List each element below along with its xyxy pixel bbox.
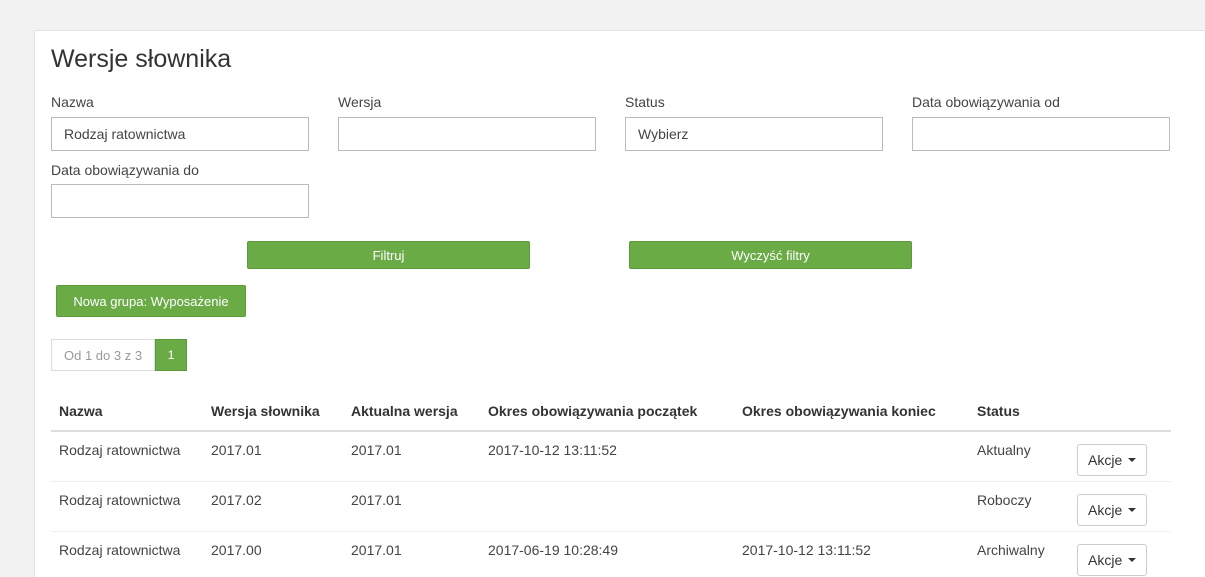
page-button-1[interactable]: 1	[155, 339, 188, 371]
akcje-label: Akcje	[1088, 501, 1123, 518]
data-od-label: Data obowiązywania od	[912, 94, 1060, 110]
akcje-label: Akcje	[1088, 551, 1123, 568]
cell-poczatek: 2017-10-12 13:11:52	[480, 430, 734, 481]
col-header-wersja[interactable]: Wersja słownika	[203, 393, 343, 432]
cell-aktualna: 2017.01	[343, 430, 480, 481]
akcje-dropdown-button[interactable]: Akcje	[1077, 493, 1148, 526]
clear-filters-button[interactable]: Wyczyść filtry	[629, 241, 912, 269]
data-od-input[interactable]	[912, 117, 1170, 151]
wersja-label: Wersja	[338, 94, 382, 110]
status-select[interactable]: Wybierz	[625, 117, 883, 151]
col-header-koniec[interactable]: Okres obowiązywania koniec	[734, 393, 969, 432]
new-group-button[interactable]: Nowa grupa: Wyposażenie	[56, 285, 246, 317]
col-header-nazwa[interactable]: Nazwa	[51, 393, 203, 432]
caret-down-icon	[1128, 507, 1137, 512]
data-do-label: Data obowiązywania do	[51, 162, 199, 178]
col-header-status[interactable]: Status	[969, 393, 1069, 432]
page-title: Wersje słownika	[51, 45, 232, 73]
cell-actions: Akcje	[1069, 530, 1171, 577]
akcje-dropdown-button[interactable]: Akcje	[1077, 543, 1148, 576]
data-do-input[interactable]	[51, 184, 309, 218]
cell-nazwa: Rodzaj ratownictwa	[51, 530, 203, 577]
col-header-actions	[1069, 393, 1171, 432]
cell-aktualna: 2017.01	[343, 530, 480, 577]
cell-poczatek	[480, 480, 734, 531]
caret-down-icon	[1128, 458, 1137, 462]
cell-koniec	[734, 480, 969, 531]
cell-wersja: 2017.00	[203, 530, 343, 577]
table-row: Rodzaj ratownictwa 2017.01 2017.01 2017-…	[51, 430, 1171, 481]
cell-status: Aktualny	[969, 430, 1069, 481]
cell-aktualna: 2017.01	[343, 480, 480, 531]
cell-poczatek: 2017-06-19 10:28:49	[480, 530, 734, 577]
akcje-label: Akcje	[1088, 452, 1123, 468]
akcje-dropdown-button[interactable]: Akcje	[1077, 444, 1148, 476]
cell-nazwa: Rodzaj ratownictwa	[51, 480, 203, 531]
table-header-row: Nazwa Wersja słownika Aktualna wersja Ok…	[51, 393, 1171, 432]
cell-status: Archiwalny	[969, 530, 1069, 577]
cell-nazwa: Rodzaj ratownictwa	[51, 430, 203, 481]
nazwa-input[interactable]: Rodzaj ratownictwa	[51, 117, 309, 151]
cell-koniec	[734, 430, 969, 481]
status-label: Status	[625, 94, 665, 110]
table-row: Rodzaj ratownictwa 2017.00 2017.01 2017-…	[51, 530, 1171, 577]
caret-down-icon	[1128, 557, 1137, 562]
cell-actions: Akcje	[1069, 430, 1171, 481]
wersja-input[interactable]	[338, 117, 596, 151]
cell-wersja: 2017.01	[203, 430, 343, 481]
pagination-info: Od 1 do 3 z 3	[51, 339, 156, 371]
cell-koniec: 2017-10-12 13:11:52	[734, 530, 969, 577]
cell-actions: Akcje	[1069, 480, 1171, 531]
nazwa-label: Nazwa	[51, 94, 94, 110]
filter-button[interactable]: Filtruj	[247, 241, 530, 269]
col-header-poczatek[interactable]: Okres obowiązywania początek	[480, 393, 734, 432]
cell-wersja: 2017.02	[203, 480, 343, 531]
pagination: Od 1 do 3 z 3 1	[51, 339, 188, 371]
table-row: Rodzaj ratownictwa 2017.02 2017.01 Roboc…	[51, 480, 1171, 531]
dictionary-versions-panel: Wersje słownika Nazwa Rodzaj ratownictwa…	[34, 30, 1205, 577]
cell-status: Roboczy	[969, 480, 1069, 531]
versions-table: Nazwa Wersja słownika Aktualna wersja Ok…	[51, 393, 1171, 577]
col-header-aktualna[interactable]: Aktualna wersja	[343, 393, 480, 432]
